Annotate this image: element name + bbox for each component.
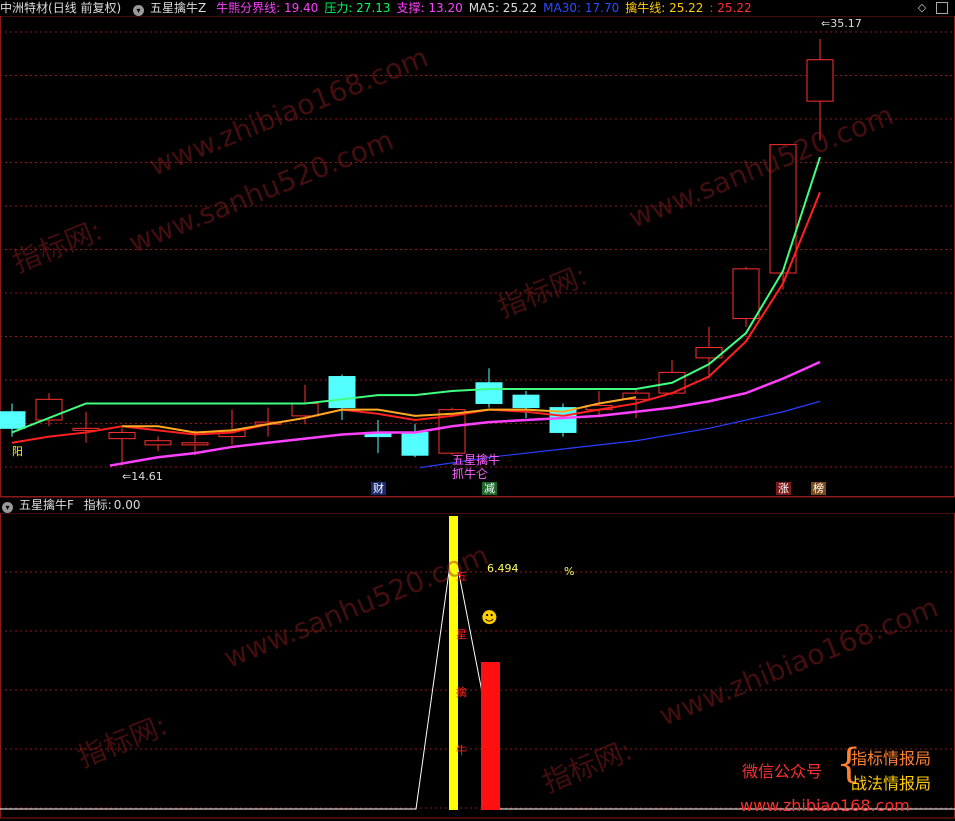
signal-text: 五星擒牛 抓牛仑 — [452, 453, 500, 481]
main-chart-header: 中洲特材(日线 前复权) ▾ 五星擒牛Z 牛熊分界线: 19.40 压力: 27.1… — [0, 0, 764, 16]
header-item-6: : 25.22 — [709, 1, 752, 15]
candle-body — [806, 59, 834, 102]
sub-indicator-label: 指标: — [83, 498, 112, 512]
header-item-5: 擒牛线: 25.22 — [625, 1, 704, 15]
vchar-1: 五 — [456, 570, 467, 583]
promo-label: 微信公众号 — [742, 762, 823, 781]
vchar-4: 牛 — [456, 744, 467, 757]
candle-body — [181, 442, 209, 446]
candle-body — [108, 431, 136, 440]
smiley-icon: ☻ — [481, 608, 498, 627]
header-item-3: MA5: 25.22 — [468, 1, 538, 15]
signal-bar-red — [481, 662, 500, 810]
candle — [218, 409, 246, 445]
collapse-icon[interactable]: ◇ — [916, 2, 928, 14]
candle — [512, 391, 540, 418]
high-price-label: ⇐35.17 — [821, 17, 862, 30]
candle — [401, 424, 429, 458]
vchar-3: 擒 — [456, 686, 467, 699]
signal-line2: 抓牛仑 — [452, 467, 489, 481]
badge-bang: 榜 — [811, 482, 826, 495]
low-price-label: ⇐14.61 — [122, 470, 163, 483]
promo-line2: 战法情报局 — [851, 774, 932, 793]
candle — [144, 436, 172, 452]
candle — [364, 420, 392, 454]
pct-sign: % — [564, 565, 575, 578]
candle-body — [475, 382, 503, 404]
candle — [549, 403, 577, 437]
badge-jian: 减 — [482, 482, 497, 495]
candle — [695, 326, 723, 379]
signal-bar-yellow — [449, 516, 458, 810]
badge-cai: 财 — [371, 482, 386, 495]
candle-body — [0, 411, 26, 429]
indicator-values: 牛熊分界线: 19.40 压力: 27.13 支撑: 13.20 MA5: 25.22… — [216, 1, 758, 15]
sub-indicator-value: 0.00 — [113, 498, 141, 512]
candle-body — [512, 394, 540, 409]
header-item-1: 压力: 27.13 — [324, 1, 391, 15]
candle — [806, 39, 834, 141]
sub-indicator-menu-icon[interactable]: ▾ — [2, 502, 13, 513]
candle-body — [732, 268, 760, 320]
badge-zhang: 涨 — [776, 482, 791, 495]
header-item-4: MA30: 17.70 — [543, 1, 620, 15]
candle — [475, 368, 503, 408]
window-toggle-icon[interactable] — [936, 2, 948, 14]
yang-badge: 阳 — [12, 445, 23, 458]
pct-value: 6.494 — [487, 562, 519, 575]
ma5-line — [11, 191, 821, 444]
vchar-2: 星 — [456, 628, 467, 641]
indicator-name[interactable]: 五星擒牛Z — [150, 1, 206, 15]
stock-name: 中洲特材 — [0, 1, 49, 15]
candle-body — [328, 376, 356, 409]
sub-chart-header: ▾ 五星擒牛F 指标: 0.00 — [0, 497, 147, 513]
header-item-2: 支撑: 13.20 — [396, 1, 463, 15]
candle — [108, 428, 136, 466]
candle — [328, 374, 356, 421]
candle-body — [769, 144, 797, 274]
candle-body — [401, 431, 429, 456]
promo-url: www.zhibiao168.com — [740, 796, 910, 815]
promo-line1: 指标情报局 — [851, 749, 932, 768]
chart-mode: (日线 前复权) — [48, 1, 122, 15]
candle-body — [291, 402, 319, 417]
pressure-line — [11, 156, 821, 434]
signal-line1: 五星擒牛 — [452, 453, 501, 467]
candle — [72, 411, 100, 443]
header-item-0: 牛熊分界线: 19.40 — [216, 1, 319, 15]
candle-body — [144, 440, 172, 446]
indicator-menu-icon[interactable]: ▾ — [133, 5, 145, 16]
candlestick-chart[interactable] — [0, 16, 955, 498]
sub-indicator-name[interactable]: 五星擒牛F — [19, 498, 74, 512]
